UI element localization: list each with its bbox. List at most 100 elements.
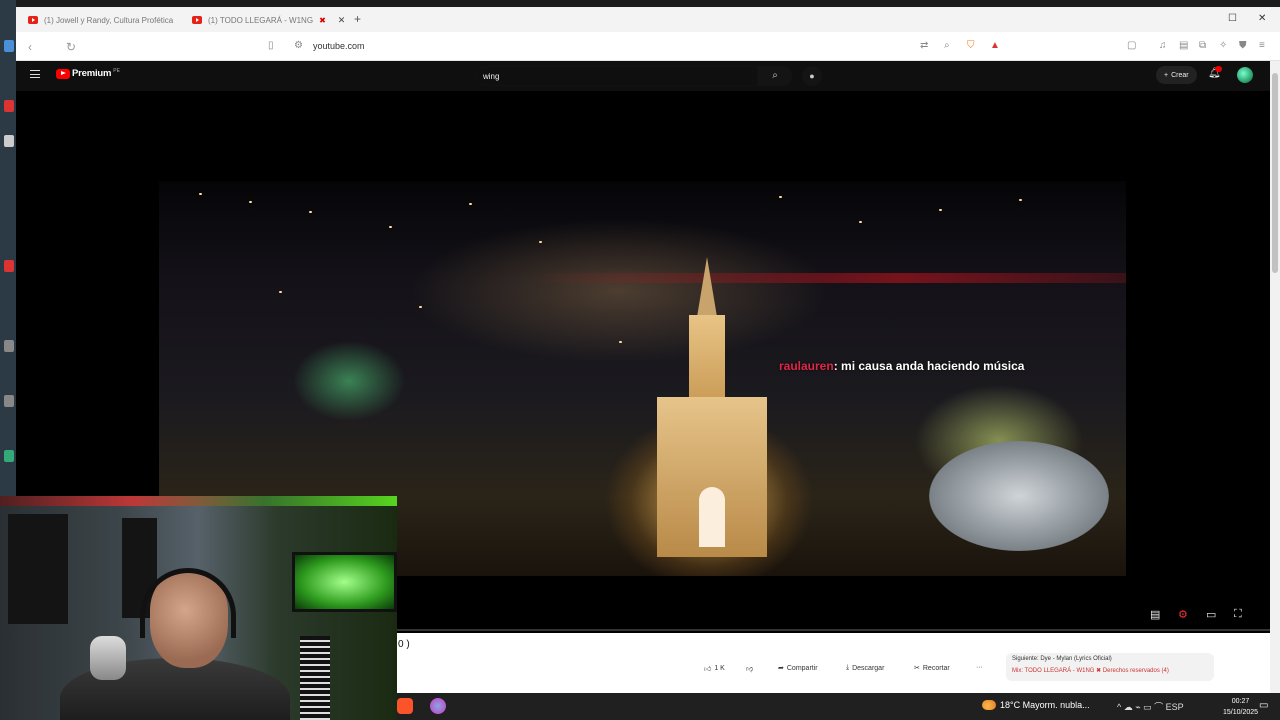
church-image — [637, 247, 787, 567]
reader-icon[interactable]: ▤ — [1179, 40, 1188, 51]
screenshot-icon[interactable]: ⧉ — [1199, 40, 1206, 51]
back-icon[interactable]: ‹ — [28, 40, 32, 54]
subtitles-icon[interactable]: ▤ — [1150, 608, 1160, 621]
more-button[interactable]: ··· — [976, 664, 983, 671]
download-button[interactable]: ⤓ Descargar — [846, 664, 884, 672]
video-title: 0 ) — [398, 639, 410, 650]
tab-close-icon[interactable]: ✕ — [338, 15, 346, 26]
search-icon: ⌕ — [772, 70, 778, 81]
system-tray[interactable]: ^ ☁ ⌁ ▭ ⌒ ESP — [1117, 700, 1184, 713]
desktop-icon[interactable] — [4, 260, 14, 272]
voice-search-button[interactable]: ● — [802, 66, 822, 86]
settings-icon[interactable]: ⚙ — [1178, 608, 1188, 621]
plus-icon: + — [1164, 71, 1169, 79]
zoom-icon[interactable]: ⌕ — [944, 40, 950, 51]
chat-overlay: raulauren: mi causa anda haciendo música — [779, 359, 1024, 373]
scroll-thumb[interactable] — [1272, 73, 1278, 273]
weather-icon — [982, 700, 996, 710]
notification-badge — [1215, 66, 1222, 72]
maximize-icon[interactable]: ☐ — [1228, 13, 1237, 24]
address-bar: ‹ ↻ ▯ ⚙ youtube.com ⇄ ⌕ ⛉ ▲ ▢ ♫ ▤ ⧉ ✧ ⛊ … — [16, 32, 1280, 61]
site-info-icon[interactable]: ⚙ — [294, 40, 303, 51]
search-button[interactable]: ⌕ — [758, 66, 792, 86]
next-up-card[interactable]: Siguiente: Dye - Mylan (Lyrics Oficial) … — [1006, 653, 1214, 681]
desktop-icon[interactable] — [4, 340, 14, 352]
dislike-button[interactable]: 👎︎ — [746, 664, 753, 673]
youtube-logo[interactable]: Premium PE — [56, 68, 120, 79]
translate-icon[interactable]: ⇄ — [920, 40, 928, 51]
page-scrollbar[interactable] — [1270, 61, 1280, 693]
create-label: Crear — [1171, 71, 1189, 79]
piano-keyboard — [300, 636, 330, 720]
tab-badge: ✖ — [319, 15, 326, 25]
close-window-icon[interactable]: ✕ — [1258, 13, 1266, 24]
desktop-background — [0, 0, 16, 500]
share-icon: ➦ — [778, 665, 784, 672]
new-tab-button[interactable]: + — [354, 12, 361, 26]
menu-icon[interactable]: ≡ — [1259, 40, 1265, 51]
clock-time: 00:27 — [1231, 698, 1250, 705]
search-value: wing — [483, 72, 500, 81]
share-button[interactable]: ➦ Compartir — [778, 664, 818, 673]
like-icon: 👍︎ — [704, 666, 712, 673]
webcam-overlay — [0, 496, 397, 720]
desktop-icon[interactable] — [4, 450, 14, 462]
music-icon[interactable]: ♫ — [1159, 40, 1167, 51]
desktop-icon[interactable] — [4, 395, 14, 407]
background-monitor — [292, 552, 397, 612]
clip-button[interactable]: ✂ Recortar — [914, 664, 950, 673]
desktop-icon[interactable] — [4, 135, 14, 147]
tab-label: (1) Jowell y Randy, Cultura Profética — [44, 15, 174, 25]
mic-icon: ● — [809, 71, 815, 81]
theater-mode-icon[interactable]: ▭ — [1206, 608, 1216, 621]
hamburger-menu-icon[interactable] — [30, 70, 40, 78]
tab-label: (1) TODO LLEGARÁ - W1NG — [208, 15, 314, 25]
brave-shields-icon[interactable]: ⛉ — [967, 40, 975, 51]
youtube-favicon-icon — [192, 16, 202, 24]
extensions-icon[interactable]: ✧ — [1219, 40, 1227, 51]
weather-text: 18°C Mayorm. nubla... — [1000, 700, 1090, 710]
youtube-play-icon — [56, 68, 70, 79]
weather-widget[interactable]: 18°C Mayorm. nubla... — [982, 700, 1090, 710]
fullscreen-icon[interactable]: ⛶ — [1234, 608, 1242, 621]
share-label: Compartir — [786, 664, 818, 672]
chat-message: : mi causa anda haciendo música — [833, 359, 1025, 373]
acoustic-panel — [8, 514, 68, 624]
desktop-icon[interactable] — [4, 100, 14, 112]
bookmark-icon[interactable]: ▯ — [268, 40, 274, 51]
dislike-icon: 👎︎ — [746, 666, 754, 673]
tab-todo-llegara[interactable]: (1) TODO LLEGARÁ - W1NG ✖ ✕ — [192, 11, 345, 29]
clock[interactable]: 00:27 15/10/2025 — [1223, 696, 1258, 718]
download-icon: ⤓ — [846, 664, 850, 671]
clip-icon: ✂ — [914, 665, 920, 672]
avatar[interactable] — [1237, 67, 1253, 83]
notifications-icon[interactable]: ▭ — [1259, 700, 1268, 711]
taskbar: 18°C Mayorm. nubla... ^ ☁ ⌁ ▭ ⌒ ESP 00:2… — [397, 693, 1280, 720]
microphone — [90, 636, 126, 680]
download-label: Descargar — [852, 664, 885, 672]
youtube-header: Premium PE wing ⌕ ● + Crear 🔔︎ — [16, 61, 1280, 91]
clip-label: Recortar — [922, 664, 950, 672]
more-icon: ··· — [976, 664, 983, 671]
chat-username: raulauren — [779, 359, 834, 373]
create-button[interactable]: + Crear — [1156, 66, 1197, 84]
desktop-icon[interactable] — [4, 40, 14, 52]
plaza-image — [929, 441, 1109, 551]
brave-taskbar-icon[interactable] — [397, 698, 413, 714]
youtube-favicon-icon — [28, 16, 38, 24]
sidebar-icon[interactable]: ▢ — [1127, 40, 1136, 51]
brave-rewards-icon[interactable]: ▲ — [990, 40, 1000, 51]
video-light-band — [529, 273, 1126, 283]
app-taskbar-icon[interactable] — [430, 698, 446, 714]
logo-country: PE — [113, 67, 120, 74]
tab-bar: (1) Jowell y Randy, Cultura Profética (1… — [16, 7, 1280, 32]
reload-icon[interactable]: ↻ — [66, 40, 76, 54]
url-field[interactable]: youtube.com — [313, 41, 365, 51]
tab-jowell-randy[interactable]: (1) Jowell y Randy, Cultura Profética — [28, 11, 173, 29]
next-up-title: Siguiente: Dye - Mylan (Lyrics Oficial) — [1012, 656, 1112, 662]
search-input[interactable]: wing — [476, 66, 758, 86]
logo-word: Premium — [72, 68, 112, 79]
next-up-subtitle: Mix: TODO LLEGARÁ - W1NG ✖ Derechos rese… — [1012, 668, 1169, 674]
wallet-icon[interactable]: ⛊ — [1239, 40, 1247, 51]
like-button[interactable]: 👍︎ 1 K — [704, 664, 725, 673]
